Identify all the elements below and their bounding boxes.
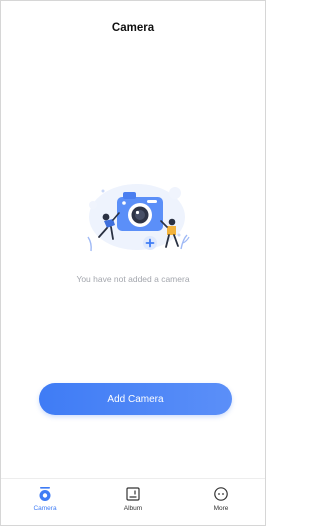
tab-camera-label: Camera: [33, 505, 57, 512]
add-camera-button[interactable]: Add Camera: [39, 383, 232, 415]
camera-illustration-icon: [87, 184, 190, 252]
app-screen: Camera You have not added a camera Add C…: [0, 0, 266, 526]
tab-more-label: More: [213, 505, 229, 512]
tab-camera[interactable]: Camera: [1, 479, 89, 525]
more-tab-icon: [214, 487, 228, 501]
tab-album-label: Album: [123, 505, 143, 512]
page-title: Camera: [111, 22, 155, 34]
tab-more[interactable]: More: [177, 479, 265, 525]
empty-state-message: You have not added a camera: [76, 274, 190, 284]
album-tab-icon: [126, 487, 140, 501]
camera-tab-icon: [39, 487, 51, 501]
bottom-tab-bar: Camera Album More: [1, 478, 265, 525]
tab-album[interactable]: Album: [89, 479, 177, 525]
add-camera-button-label: Add Camera: [107, 393, 164, 405]
